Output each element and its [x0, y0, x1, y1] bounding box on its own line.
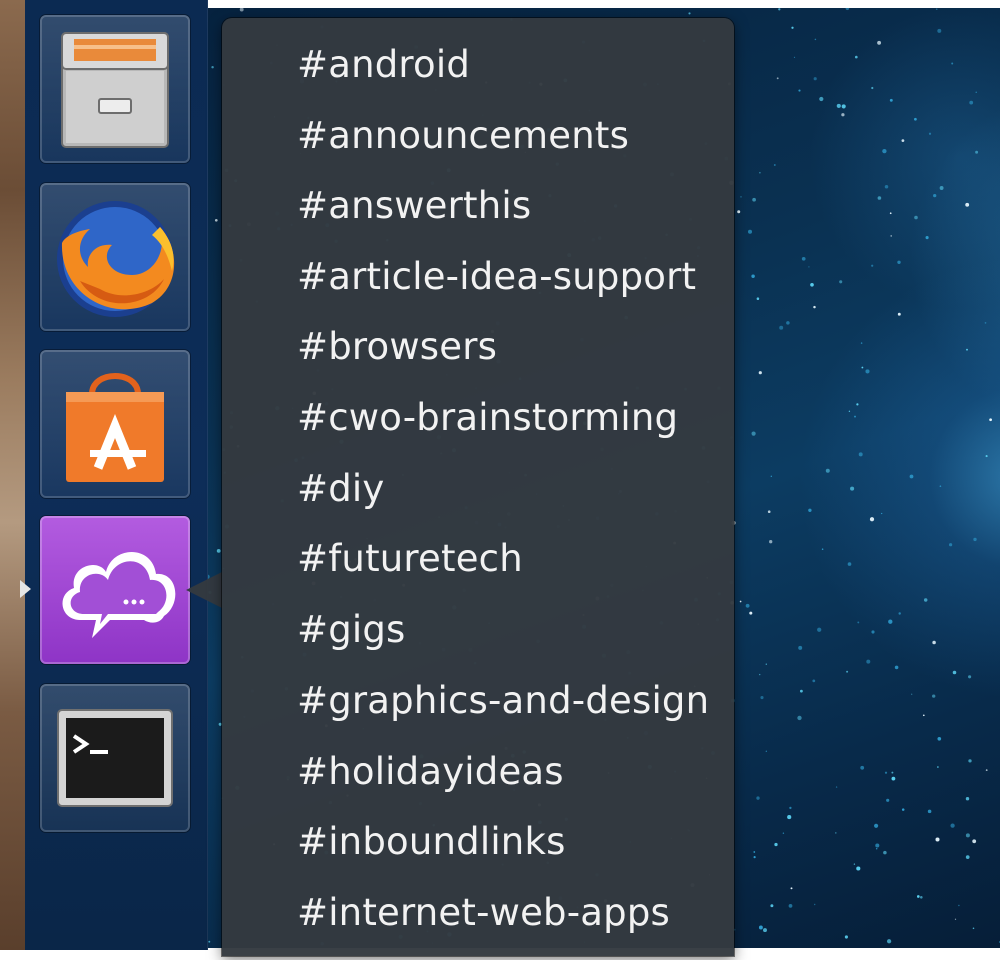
launcher-bar	[25, 0, 208, 950]
quicklist-item-inboundlinks[interactable]: #inboundlinks	[297, 812, 566, 872]
launcher-software-center-button[interactable]	[40, 350, 190, 498]
launcher-terminal-button[interactable]	[40, 684, 190, 832]
quicklist-item-holidayideas[interactable]: #holidayideas	[297, 742, 564, 802]
launcher-chat-button[interactable]	[40, 516, 190, 664]
active-app-indicator	[20, 580, 31, 598]
firefox-icon	[57, 201, 175, 317]
quicklist-pointer	[186, 572, 222, 608]
quicklist-item-announcements[interactable]: #announcements	[297, 106, 629, 166]
quicklist-item-answerthis[interactable]: #answerthis	[297, 176, 531, 236]
quicklist-item-graphics-and-design[interactable]: #graphics-and-design	[297, 671, 709, 731]
quicklist-item-article-idea-support[interactable]: #article-idea-support	[297, 247, 696, 307]
launcher-files-button[interactable]	[40, 15, 190, 163]
quicklist-item-gigs[interactable]: #gigs	[297, 600, 406, 660]
terminal-icon	[57, 709, 173, 807]
quicklist-item-cwo-brainstorming[interactable]: #cwo-brainstorming	[297, 388, 678, 448]
launcher-firefox-button[interactable]	[40, 183, 190, 331]
quicklist-item-internet-web-apps[interactable]: #internet-web-apps	[297, 883, 670, 943]
quicklist-menu: #android #announcements #answerthis #art…	[222, 18, 734, 956]
quicklist-item-futuretech[interactable]: #futuretech	[297, 529, 523, 589]
chat-cloud-icon	[62, 552, 176, 638]
quicklist-item-android[interactable]: #android	[297, 35, 470, 95]
software-center-icon	[66, 373, 164, 482]
quicklist-item-browsers[interactable]: #browsers	[297, 317, 497, 377]
file-cabinet-icon	[61, 32, 169, 148]
quicklist-item-diy[interactable]: #diy	[297, 459, 384, 519]
